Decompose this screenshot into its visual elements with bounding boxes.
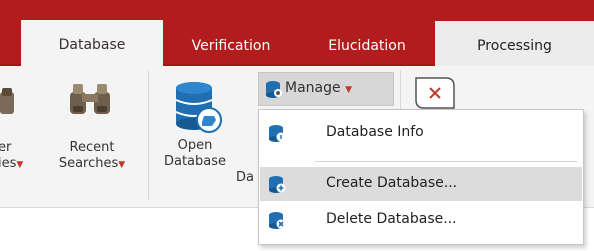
- menu-item-database-info[interactable]: Database Info: [260, 116, 582, 150]
- manage-label-text: Manage: [285, 80, 341, 96]
- search-binoculars-icon[interactable]: [0, 88, 20, 120]
- tab-verification[interactable]: Verification: [163, 21, 299, 66]
- group-label: Da: [236, 170, 254, 185]
- dropdown-caret-icon: ▼: [118, 160, 126, 170]
- create-database-icon: [268, 175, 286, 197]
- menu-divider: [315, 161, 577, 162]
- open-database-line2: Database: [163, 154, 227, 169]
- recent-searches-button[interactable]: Recent Searches▼: [52, 140, 132, 173]
- manage-menu: Database Info Create Database... Delete: [258, 109, 584, 245]
- manage-database-icon: [265, 80, 283, 102]
- ribbon-separator: [148, 70, 149, 200]
- tab-database[interactable]: Database: [21, 20, 163, 68]
- database-info-icon: [268, 124, 286, 146]
- tab-processing[interactable]: Processing: [435, 21, 594, 66]
- partial-button-line2: ies: [0, 156, 17, 171]
- recent-searches-line1: Recent: [69, 140, 115, 155]
- menu-item-create-database[interactable]: Create Database...: [260, 167, 582, 201]
- menu-item-delete-database[interactable]: Delete Database...: [260, 203, 582, 237]
- recent-searches-line2: Searches: [58, 156, 119, 171]
- partial-button-line1: er: [0, 140, 12, 155]
- dropdown-caret-icon: ▼: [345, 85, 352, 95]
- open-database-icon[interactable]: [174, 80, 222, 140]
- delete-database-icon: [268, 211, 286, 233]
- open-database-button[interactable]: Open Database: [160, 138, 230, 170]
- open-database-line1: Open: [177, 138, 213, 153]
- dropdown-caret-icon: ▼: [16, 160, 24, 170]
- manage-button[interactable]: Manage ▼: [258, 72, 394, 106]
- partial-button-label[interactable]: er ies▼: [0, 140, 23, 173]
- menu-item-label: Database Info: [326, 124, 424, 140]
- menu-item-label: Delete Database...: [326, 211, 457, 227]
- binoculars-icon[interactable]: [68, 82, 112, 122]
- tab-elucidation[interactable]: Elucidation: [299, 21, 435, 66]
- menu-item-label: Create Database...: [326, 175, 458, 191]
- manage-label: Manage ▼: [285, 80, 352, 96]
